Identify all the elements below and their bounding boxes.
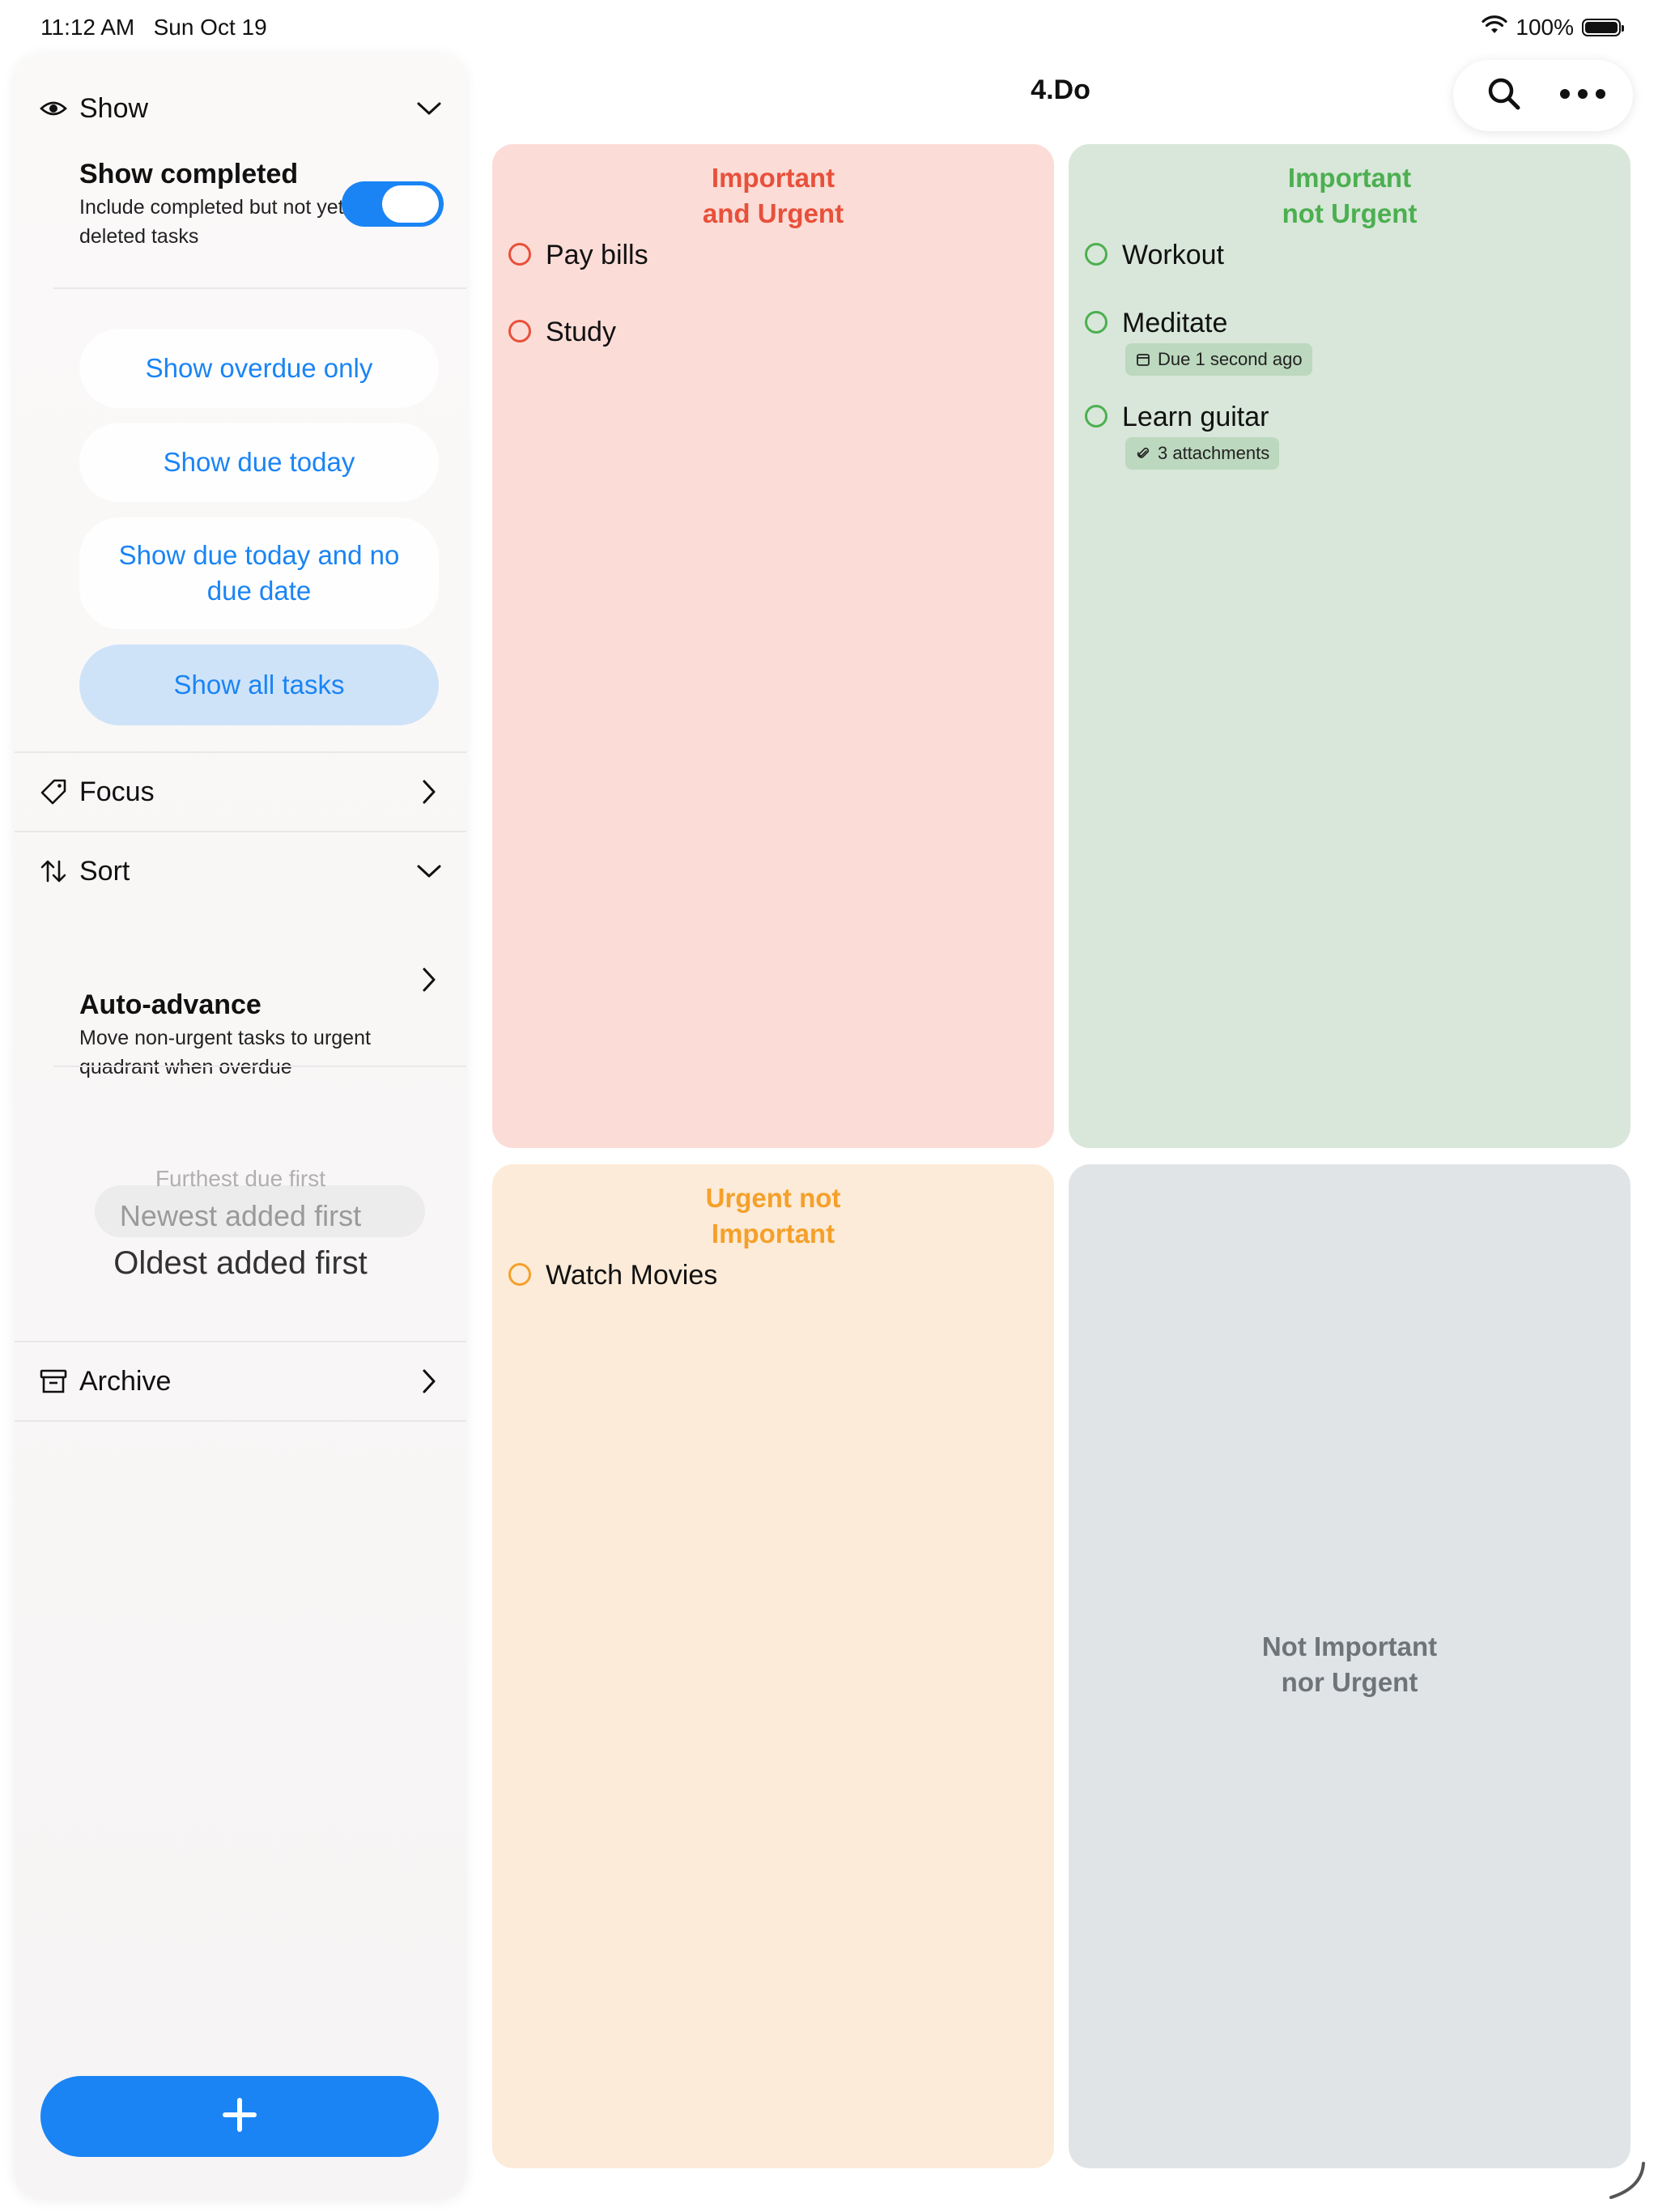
task-item[interactable]: Learn guitar <box>1085 400 1269 434</box>
filter-all-tasks-button[interactable]: Show all tasks <box>79 644 439 725</box>
quadrant-title-line: not Urgent <box>1282 198 1418 228</box>
task-name: Watch Movies <box>546 1260 718 1291</box>
sort-arrows-icon <box>39 857 68 886</box>
divider <box>53 287 466 289</box>
add-task-button[interactable] <box>40 2076 439 2157</box>
due-badge: Due 1 second ago <box>1125 343 1312 376</box>
task-item[interactable]: Study <box>508 315 616 349</box>
ellipsis-icon <box>1559 88 1606 104</box>
calendar-icon <box>1135 351 1151 368</box>
chevron-right-icon <box>414 777 444 806</box>
quadrant-title: Urgent not Important <box>492 1180 1054 1252</box>
focus-section-row[interactable]: Focus <box>15 753 466 831</box>
archive-section-row[interactable]: Archive <box>15 1342 466 1420</box>
quadrant-title-line: Urgent not <box>705 1183 841 1213</box>
filter-due-today-button[interactable]: Show due today <box>79 423 439 502</box>
wifi-icon <box>1482 15 1507 40</box>
task-checkbox[interactable] <box>508 243 531 266</box>
sort-picker[interactable]: Furthest due first Newest added first Ol… <box>15 1138 466 1300</box>
chevron-right-icon <box>421 967 437 997</box>
auto-advance-description: Move non-urgent tasks to urgent quadrant… <box>79 1027 371 1078</box>
search-icon <box>1486 76 1522 116</box>
task-name: Study <box>546 317 616 347</box>
task-item[interactable]: Pay bills <box>508 238 648 272</box>
quadrant-title: Important and Urgent <box>492 160 1054 232</box>
task-item[interactable]: Meditate <box>1085 306 1227 340</box>
sort-option-selected[interactable]: Oldest added first <box>15 1245 466 1282</box>
quadrant-title-line: Not Important <box>1261 1631 1438 1661</box>
divider <box>53 1066 466 1067</box>
battery-percent: 100% <box>1516 15 1574 40</box>
filter-due-today-no-date-button[interactable]: Show due today and no due date <box>79 517 439 629</box>
attachments-badge: 3 attachments <box>1125 437 1280 470</box>
sort-option[interactable]: Furthest due first <box>15 1166 466 1192</box>
app-title: 4.Do <box>1031 74 1090 105</box>
task-item[interactable]: Workout <box>1085 238 1224 272</box>
quadrant-title: Not Important nor Urgent <box>1069 1629 1630 1700</box>
chevron-right-icon <box>414 1367 444 1396</box>
quadrant-title-line: nor Urgent <box>1281 1667 1418 1697</box>
quadrant-title-line: Important <box>711 163 835 193</box>
task-checkbox[interactable] <box>1085 405 1107 428</box>
chevron-down-icon <box>414 857 444 886</box>
quadrant-title-line: Important <box>711 1219 835 1249</box>
task-checkbox[interactable] <box>1085 243 1107 266</box>
focus-section-label: Focus <box>79 776 155 807</box>
sort-option[interactable]: Newest added first <box>15 1199 466 1233</box>
task-name: Meditate <box>1122 308 1228 338</box>
paperclip-icon <box>1135 445 1151 462</box>
task-name: Workout <box>1122 240 1224 270</box>
show-completed-description: Include completed but not yet deleted ta… <box>79 196 344 248</box>
show-section-header[interactable]: Show <box>15 70 466 147</box>
search-button[interactable] <box>1476 67 1533 124</box>
chevron-down-icon <box>414 94 444 123</box>
tag-icon <box>39 777 68 806</box>
status-right: 100% <box>1482 15 1624 40</box>
badge-text: Due 1 second ago <box>1158 349 1303 369</box>
eye-icon <box>39 94 68 123</box>
sort-section-header[interactable]: Sort <box>15 832 466 910</box>
show-completed-toggle[interactable] <box>342 181 444 227</box>
quadrant-title: Important not Urgent <box>1069 160 1630 232</box>
quadrant-important-urgent[interactable]: Important and Urgent Pay bills Study <box>492 144 1054 1148</box>
badge-text: 3 attachments <box>1158 443 1270 463</box>
show-completed-title: Show completed <box>79 159 299 189</box>
auto-advance-title: Auto-advance <box>79 989 261 1020</box>
time-text: 11:12 AM <box>40 15 135 40</box>
task-checkbox[interactable] <box>508 1263 531 1286</box>
quadrant-title-line: Important <box>1287 163 1412 193</box>
quadrant-title-line: and Urgent <box>702 198 844 228</box>
plus-icon <box>222 2097 257 2137</box>
quadrant-urgent-not-important[interactable]: Urgent not Important Watch Movies <box>492 1164 1054 2168</box>
quadrant-important-not-urgent[interactable]: Important not Urgent Workout Meditate Du… <box>1069 144 1630 1148</box>
battery-icon <box>1582 19 1624 36</box>
sidebar: Show Show completed Include completed bu… <box>15 53 466 2199</box>
resize-handle-icon[interactable] <box>1606 2160 1647 2201</box>
task-name: Pay bills <box>546 240 648 270</box>
task-name: Learn guitar <box>1122 402 1269 432</box>
task-checkbox[interactable] <box>1085 311 1107 334</box>
more-button[interactable] <box>1554 67 1611 124</box>
show-section-label: Show <box>79 92 149 124</box>
toolbar <box>1453 60 1633 131</box>
quadrant-not-important-not-urgent[interactable]: Not Important nor Urgent <box>1069 1164 1630 2168</box>
date-text: Sun Oct 19 <box>153 15 267 40</box>
status-time: 11:12 AM Sun Oct 19 <box>40 15 267 40</box>
task-checkbox[interactable] <box>508 320 531 342</box>
sort-section-label: Sort <box>79 855 130 887</box>
toggle-knob <box>382 185 439 223</box>
archive-box-icon <box>39 1367 68 1396</box>
divider <box>15 1420 466 1422</box>
archive-section-label: Archive <box>79 1365 172 1397</box>
task-item[interactable]: Watch Movies <box>508 1258 717 1292</box>
filter-overdue-button[interactable]: Show overdue only <box>79 329 439 408</box>
